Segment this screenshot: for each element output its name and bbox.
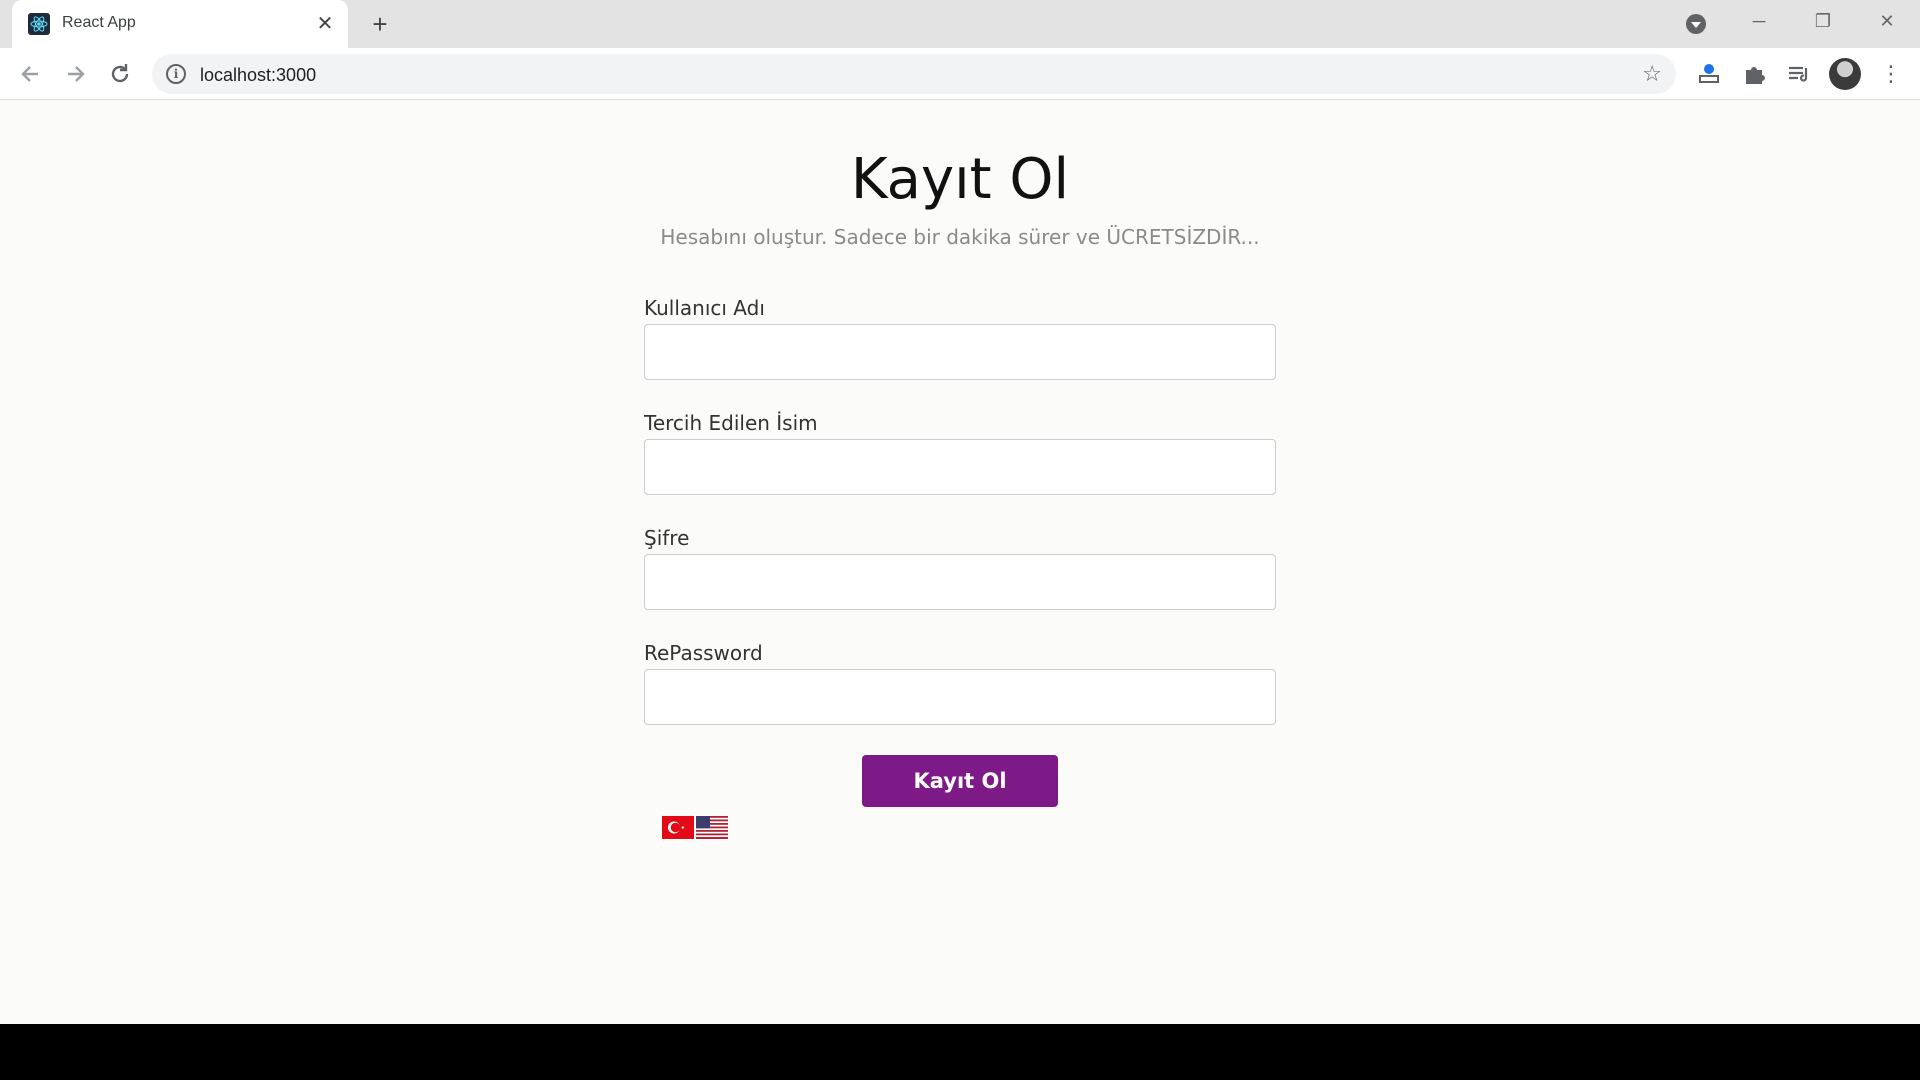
info-icon[interactable]: i <box>166 64 186 84</box>
back-arrow-icon[interactable] <box>14 58 46 90</box>
close-window-button[interactable]: ✕ <box>1872 6 1902 36</box>
password-input[interactable] <box>644 554 1276 610</box>
signup-form: Kullanıcı Adı Tercih Edilen İsim Şifre R… <box>644 296 1276 756</box>
kebab-menu-icon[interactable]: ⋮ <box>1880 60 1902 88</box>
star-icon[interactable]: ☆ <box>1642 61 1662 87</box>
repassword-label: RePassword <box>644 641 763 665</box>
media-queue-icon[interactable] <box>1784 60 1812 88</box>
repassword-field-group: RePassword <box>644 641 1276 756</box>
forward-arrow-icon[interactable] <box>60 58 92 90</box>
tab-search-icon[interactable] <box>1686 14 1706 34</box>
page-title: Kayıt Ol <box>850 147 1070 212</box>
signup-button[interactable]: Kayıt Ol <box>862 755 1058 807</box>
tr-flag-icon[interactable] <box>662 816 694 839</box>
url-text[interactable]: localhost:3000 <box>200 65 316 86</box>
reload-icon[interactable] <box>104 58 136 90</box>
username-label: Kullanıcı Adı <box>644 296 765 320</box>
display-name-field-group: Tercih Edilen İsim <box>644 411 1276 526</box>
restore-button[interactable]: ❐ <box>1808 6 1838 36</box>
username-input[interactable] <box>644 324 1276 380</box>
browser-toolbar: i localhost:3000 ☆ ⋮ <box>0 48 1920 100</box>
puzzle-icon[interactable] <box>1740 60 1768 88</box>
screen-bottom-bar <box>0 1024 1920 1080</box>
address-bar[interactable]: i localhost:3000 ☆ <box>152 54 1676 94</box>
tab-close-icon[interactable]: ✕ <box>314 13 336 35</box>
display-name-input[interactable] <box>644 439 1276 495</box>
password-label: Şifre <box>644 526 690 550</box>
minimize-button[interactable]: ─ <box>1744 6 1774 36</box>
username-field-group: Kullanıcı Adı <box>644 296 1276 411</box>
display-name-label: Tercih Edilen İsim <box>644 411 818 435</box>
tab-title: React App <box>62 14 136 31</box>
profile-avatar[interactable] <box>1829 58 1861 90</box>
tab-strip: React App ✕ + ─ ❐ ✕ <box>0 0 1920 48</box>
password-field-group: Şifre <box>644 526 1276 641</box>
extension-icon[interactable] <box>1695 60 1723 88</box>
new-tab-button[interactable]: + <box>366 10 394 38</box>
repassword-input[interactable] <box>644 669 1276 725</box>
browser-window: React App ✕ + ─ ❐ ✕ i localhost:3000 ☆ ⋮… <box>0 0 1920 1024</box>
us-flag-icon[interactable] <box>696 816 728 839</box>
page-subtitle: Hesabını oluştur. Sadece bir dakika süre… <box>660 225 1260 249</box>
react-logo-icon <box>28 13 50 35</box>
browser-tab[interactable]: React App ✕ <box>12 0 348 48</box>
signup-page: Kayıt Ol Hesabını oluştur. Sadece bir da… <box>0 101 1920 1024</box>
